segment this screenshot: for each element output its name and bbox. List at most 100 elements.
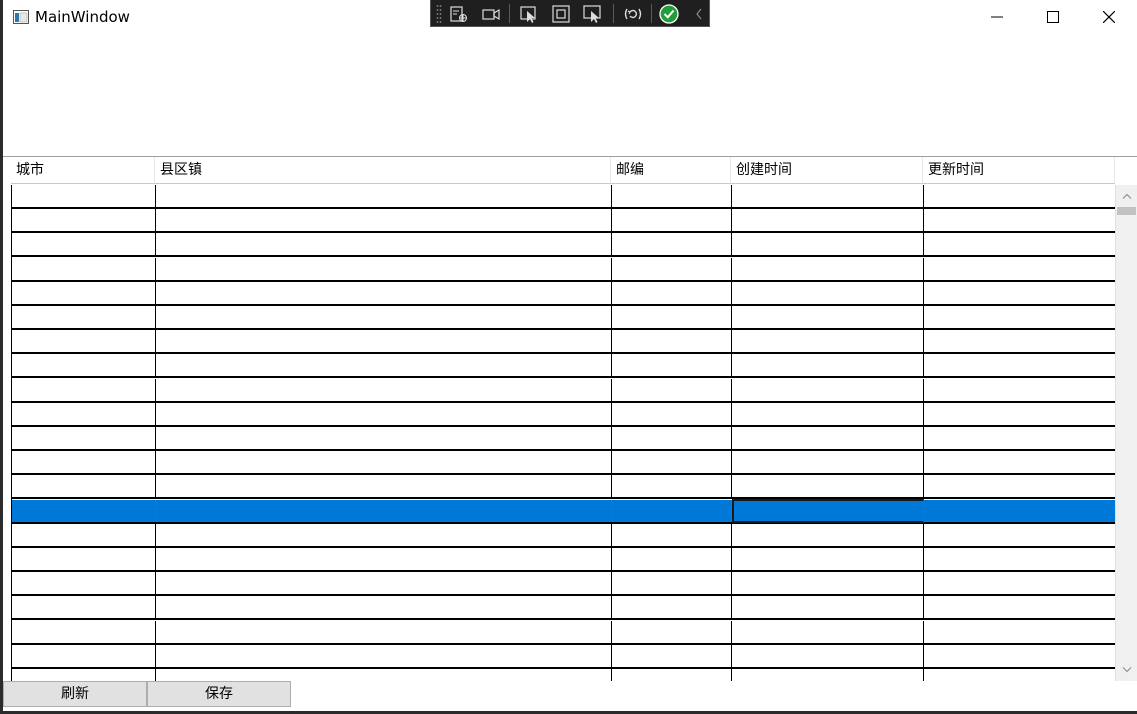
table-cell[interactable]: [156, 257, 612, 280]
table-cell[interactable]: [732, 451, 924, 474]
table-row[interactable]: [12, 402, 1116, 427]
table-row[interactable]: [12, 451, 1116, 476]
table-row[interactable]: [12, 354, 1116, 379]
column-header[interactable]: 城市: [11, 157, 155, 184]
table-cell[interactable]: [612, 257, 732, 280]
table-cell[interactable]: [924, 378, 1116, 401]
select-element-icon[interactable]: [447, 3, 471, 24]
table-cell[interactable]: [924, 233, 1116, 256]
table-row[interactable]: [12, 669, 1116, 681]
data-grid[interactable]: 城市 县区镇 邮编 创建时间 更新时间: [3, 156, 1137, 681]
table-cell[interactable]: [156, 185, 612, 207]
table-cell[interactable]: [612, 233, 732, 256]
column-header[interactable]: 邮编: [611, 157, 731, 184]
table-cell[interactable]: [924, 499, 1116, 522]
table-cell[interactable]: [924, 596, 1116, 619]
table-cell[interactable]: [156, 548, 612, 570]
table-cell[interactable]: [12, 669, 156, 681]
table-row[interactable]: [12, 257, 1116, 282]
table-cell[interactable]: [156, 620, 612, 643]
minimize-button[interactable]: [969, 0, 1025, 34]
table-row[interactable]: [12, 596, 1116, 621]
table-cell[interactable]: [612, 402, 732, 425]
table-cell[interactable]: [732, 427, 924, 449]
table-cell[interactable]: [732, 572, 924, 595]
table-cell[interactable]: [732, 523, 924, 546]
table-cell[interactable]: [612, 644, 732, 667]
table-cell[interactable]: [732, 475, 924, 498]
table-row[interactable]: [12, 233, 1116, 258]
table-cell[interactable]: [732, 330, 924, 353]
table-cell[interactable]: [732, 498, 924, 523]
table-cell[interactable]: [612, 209, 732, 232]
table-cell[interactable]: [612, 354, 732, 377]
table-cell[interactable]: [732, 185, 924, 207]
table-cell[interactable]: [924, 281, 1116, 304]
table-cell[interactable]: [612, 378, 732, 401]
table-cell[interactable]: [156, 209, 612, 232]
table-cell[interactable]: [12, 354, 156, 377]
table-cell[interactable]: [12, 596, 156, 619]
table-cell[interactable]: [156, 572, 612, 595]
column-header[interactable]: 创建时间: [731, 157, 923, 184]
selected-table-row[interactable]: [12, 498, 1116, 524]
hot-reload-icon[interactable]: [621, 3, 645, 24]
table-cell[interactable]: [612, 306, 732, 328]
table-row[interactable]: [12, 209, 1116, 234]
table-cell[interactable]: [924, 644, 1116, 667]
toolbar-grip-icon[interactable]: [436, 4, 442, 23]
table-cell[interactable]: [12, 620, 156, 643]
table-cell[interactable]: [612, 451, 732, 474]
table-cell[interactable]: [12, 402, 156, 425]
table-row[interactable]: [12, 572, 1116, 597]
scroll-down-button[interactable]: [1116, 659, 1137, 681]
table-cell[interactable]: [12, 209, 156, 232]
table-row[interactable]: [12, 185, 1116, 209]
table-cell[interactable]: [12, 644, 156, 667]
table-cell[interactable]: [732, 281, 924, 304]
table-cell[interactable]: [12, 330, 156, 353]
table-cell[interactable]: [924, 209, 1116, 232]
table-cell[interactable]: [924, 548, 1116, 570]
table-cell[interactable]: [924, 475, 1116, 498]
table-cell[interactable]: [12, 572, 156, 595]
table-cell[interactable]: [156, 596, 612, 619]
table-cell[interactable]: [732, 209, 924, 232]
table-cell[interactable]: [156, 354, 612, 377]
record-icon[interactable]: [479, 3, 503, 24]
table-cell[interactable]: [156, 306, 612, 328]
table-cell[interactable]: [12, 378, 156, 401]
table-cell[interactable]: [156, 402, 612, 425]
table-cell[interactable]: [12, 257, 156, 280]
table-cell[interactable]: [732, 644, 924, 667]
table-cell[interactable]: [12, 499, 156, 522]
table-cell[interactable]: [732, 378, 924, 401]
check-status-icon[interactable]: [657, 3, 681, 24]
table-cell[interactable]: [156, 233, 612, 256]
save-button[interactable]: 保存: [147, 681, 291, 707]
table-cell[interactable]: [156, 475, 612, 498]
table-cell[interactable]: [12, 451, 156, 474]
table-cell[interactable]: [924, 402, 1116, 425]
table-cell[interactable]: [732, 354, 924, 377]
table-cell[interactable]: [924, 620, 1116, 643]
scroll-thumb[interactable]: [1117, 207, 1136, 215]
table-cell[interactable]: [612, 596, 732, 619]
table-cell[interactable]: [12, 475, 156, 498]
table-row[interactable]: [12, 475, 1116, 500]
table-cell[interactable]: [156, 281, 612, 304]
table-cell[interactable]: [612, 548, 732, 570]
table-cell[interactable]: [156, 378, 612, 401]
table-cell[interactable]: [12, 548, 156, 570]
table-cell[interactable]: [612, 330, 732, 353]
table-row[interactable]: [12, 427, 1116, 451]
table-cell[interactable]: [924, 451, 1116, 474]
close-button[interactable]: [1081, 0, 1137, 34]
collapse-chevron-icon[interactable]: [687, 3, 711, 24]
table-row[interactable]: [12, 306, 1116, 330]
table-cell[interactable]: [924, 572, 1116, 595]
table-cell[interactable]: [924, 257, 1116, 280]
table-cell[interactable]: [612, 499, 732, 522]
table-cell[interactable]: [156, 669, 612, 681]
table-cell[interactable]: [924, 427, 1116, 449]
